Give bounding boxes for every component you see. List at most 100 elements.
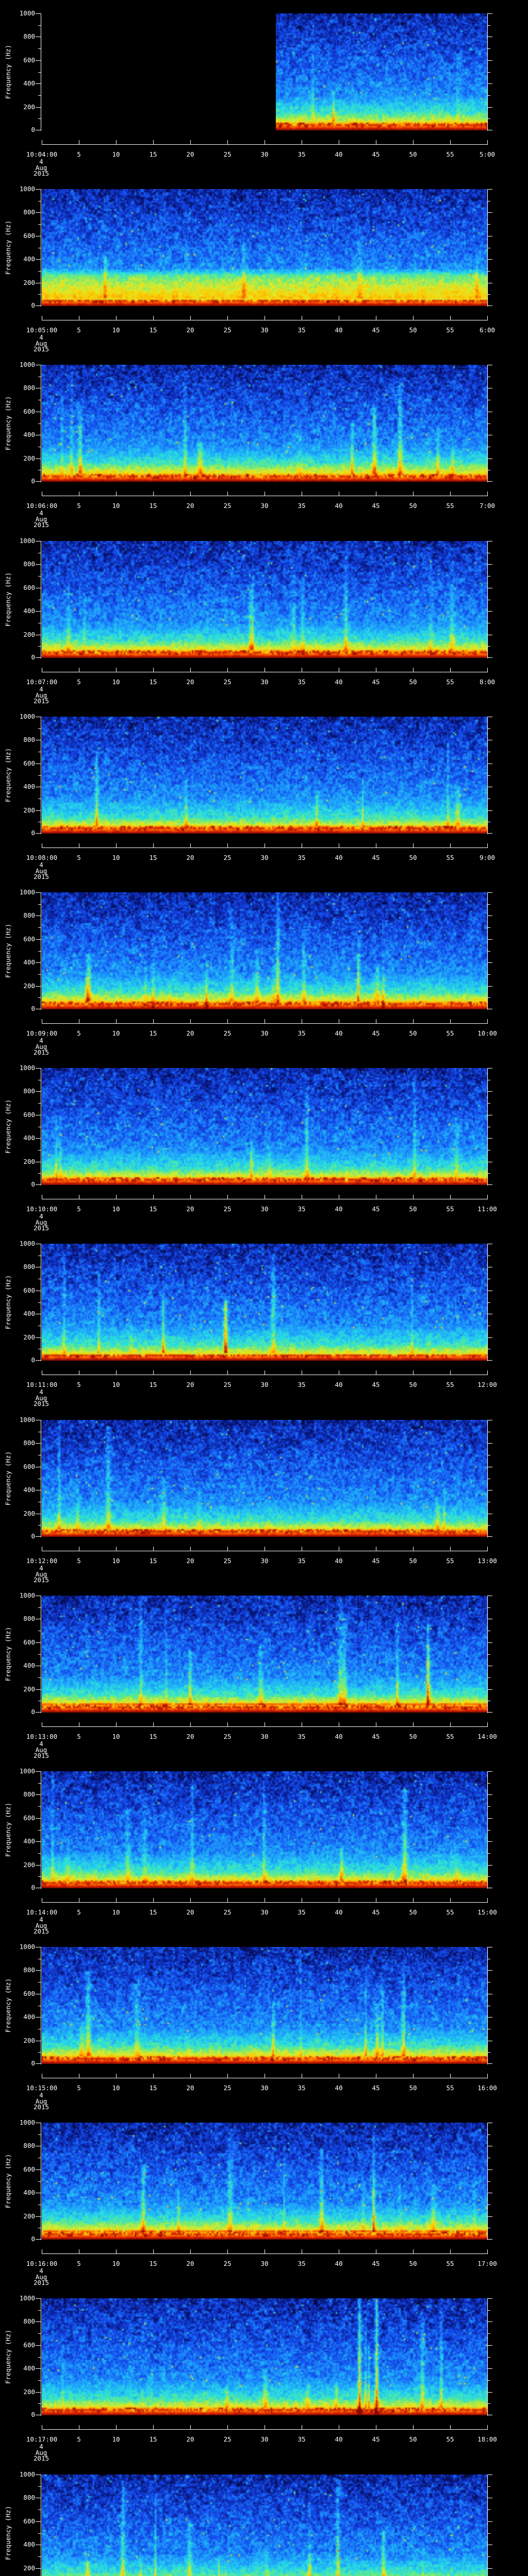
y-minor-tick [38,1302,41,1303]
y-major-tick [36,107,41,108]
y-minor-tick-right [488,25,490,26]
y-major-tick [36,1794,41,1795]
time-tick-label: 10 [112,326,120,334]
y-major-tick [36,986,41,987]
time-tick-label: 45 [372,1557,380,1565]
y-tick-label: 600 [23,1814,35,1822]
time-major-tick [116,1547,117,1551]
y-axis-title-text: Frequency (Hz) [4,2505,12,2561]
time-major-tick [190,843,191,848]
time-major-tick [153,668,154,672]
y-minor-tick [38,2357,41,2358]
time-major-tick [413,316,414,320]
y-minor-tick-right [488,1607,490,1608]
y-minor-tick [38,1173,41,1174]
date-label-line: 2015 [33,345,50,353]
y-major-tick-right [488,83,492,84]
y-major-tick [36,2063,41,2064]
time-major-tick [116,1898,117,1902]
time-tick-label: 30 [260,2084,269,2092]
y-minor-tick [38,2533,41,2534]
y-major-tick-right [488,1184,492,1185]
time-major-tick [450,843,451,848]
time-tick-label: 5 [77,2260,81,2267]
spectrogram-panel-100400: Frequency (Hz) 1000 800 600 400 200 0 10:04:0… [0,10,528,189]
time-tick-label: 40 [335,1029,343,1037]
y-major-tick [36,212,41,213]
y-minor-tick-right [488,2556,490,2557]
y-tick-label: 400 [23,431,35,438]
y-minor-tick-right [488,646,490,647]
time-tick-label: 15 [149,1733,157,1740]
y-tick-label: 200 [23,982,35,990]
time-major-tick [116,1019,117,1023]
time-tick-label: 10 [112,1557,120,1565]
time-tick-label: 45 [372,1908,380,1916]
y-major-tick [36,810,41,811]
time-tick-label: 55 [446,854,454,861]
y-major-tick-right [488,13,492,14]
y-axis-title: Frequency (Hz) [1,2123,15,2240]
y-tick-label: 1000 [19,2119,35,2126]
y-major-tick [36,60,41,61]
time-tick-label: 55 [446,1557,454,1565]
y-minor-tick-right [488,294,490,295]
y-major-tick-right [488,939,492,940]
time-tick-label: 25 [223,150,232,158]
time-tick-label: 35 [298,854,306,861]
end-time-label: 17:00 [477,2260,497,2267]
y-tick-label: 800 [23,1615,35,1622]
time-tick-label: 35 [298,678,306,686]
spectrogram-image [42,189,487,306]
date-label: 4 Aug 2015 [21,1741,62,1759]
y-tick-label: 600 [23,1111,35,1118]
spectrogram-image [42,541,487,658]
y-tick-label: 200 [23,2037,35,2044]
y-major-tick-right [488,481,492,482]
y-tick-label: 600 [23,232,35,240]
y-axis-title: Frequency (Hz) [1,541,15,658]
time-tick-label: 10 [112,1381,120,1388]
y-tick-label: 800 [23,1439,35,1447]
spectrogram-panel-101600: Frequency (Hz) 1000 800 600 400 200 0 10:16:0… [0,2119,528,2298]
y-major-tick-right [488,2368,492,2369]
time-tick-label: 20 [186,326,194,334]
y-tick-label: 200 [23,2212,35,2220]
spectrogram-panel-101000: Frequency (Hz) 1000 800 600 400 200 0 10:10:0… [0,1064,528,1244]
time-major-tick [227,1898,228,1902]
time-axis-line [42,2429,488,2430]
time-major-tick [190,668,191,672]
y-tick-label: 800 [23,1966,35,1974]
y-minor-tick-right [488,2533,490,2534]
y-major-tick-right [488,1794,492,1795]
y-tick-label: 600 [23,408,35,415]
y-axis-title-text: Frequency (Hz) [4,1275,12,1330]
y-minor-tick [38,1783,41,1784]
y-axis-title-text: Frequency (Hz) [4,1626,12,1682]
y-tick-label: 600 [23,1990,35,1997]
date-label-line: 2015 [33,170,50,177]
time-tick-label: 45 [372,2260,380,2267]
y-major-tick [36,2568,41,2569]
spectrogram-image [42,2475,487,2576]
y-tick-label: 1000 [19,2470,35,2478]
date-label: 4 Aug 2015 [21,1213,62,1231]
time-tick-label: 10 [112,1733,120,1740]
time-tick-label: 35 [298,1908,306,1916]
y-axis-line-right [487,2475,488,2576]
y-tick-label: 400 [23,1662,35,1669]
y-axis-title: Frequency (Hz) [1,1244,15,1361]
spectrogram-image [42,13,487,130]
time-tick-label: 20 [186,1381,194,1388]
time-tick-label: 35 [298,1557,306,1565]
date-label: 4 Aug 2015 [21,2444,62,2462]
y-tick-label: 400 [23,79,35,87]
time-major-tick [413,1722,414,1726]
y-tick-label: 600 [23,1463,35,1470]
time-tick-label: 15 [149,1381,157,1388]
end-time-label: 15:00 [477,1908,497,1916]
y-minor-tick-right [488,1173,490,1174]
date-label-line: 2015 [33,2454,50,2462]
y-tick-label: 600 [23,759,35,767]
time-major-tick [450,140,451,144]
